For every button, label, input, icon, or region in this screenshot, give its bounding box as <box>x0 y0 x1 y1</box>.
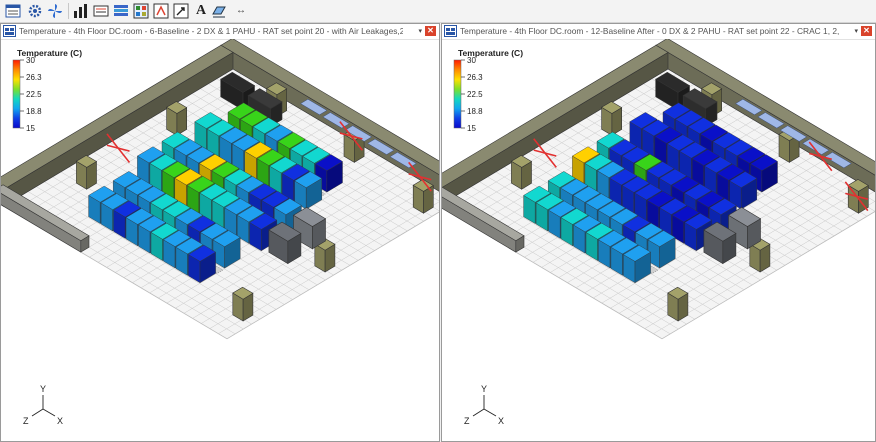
legend-tick-label: 18.8 <box>467 107 483 116</box>
legend-color-bar <box>453 59 462 129</box>
settings-button[interactable] <box>26 2 44 20</box>
right-3d-scene[interactable]: Temperature (C)3026.322.518.815YXZ <box>442 39 875 441</box>
z-axis-line <box>31 408 44 417</box>
gear-settings-icon <box>28 4 42 18</box>
text-tool-button[interactable]: A <box>192 2 210 20</box>
view-list-button[interactable] <box>4 2 22 20</box>
left-3d-viewport[interactable]: Temperature (C) 30 26.3 22.5 18.8 15 Y X Z <box>1 39 439 441</box>
z-axis-line <box>472 408 485 417</box>
legend-tick-label: 18.8 <box>26 107 42 116</box>
axis-label-x: X <box>498 416 504 426</box>
fan-button[interactable] <box>46 2 64 20</box>
x-axis-line <box>483 408 497 417</box>
object-view-icon <box>212 6 226 18</box>
right-view-dropdown-icon[interactable]: ▾ <box>854 25 858 38</box>
view-list-icon <box>5 4 21 18</box>
legend-tick-label: 15 <box>26 124 35 133</box>
move-grip-icon: ↔ <box>236 5 246 16</box>
legend-tick-label: 22.5 <box>467 90 483 99</box>
object-view-button[interactable] <box>210 2 228 20</box>
legend-tick-label: 15 <box>467 124 476 133</box>
left-3d-scene[interactable]: Temperature (C)3026.322.518.815YXZ <box>1 39 439 441</box>
right-view-title: Temperature - 4th Floor DC.room - 12-Bas… <box>460 26 839 36</box>
text-tool-icon: A <box>195 3 207 18</box>
main-toolbar: A ↔ <box>0 0 876 23</box>
legend-tick-label: 30 <box>26 56 35 65</box>
axis-label-y: Y <box>481 384 487 394</box>
bar-chart-icon <box>74 4 87 18</box>
column-pillar <box>601 101 623 136</box>
axis-label-x: X <box>57 416 63 426</box>
bar-chart-button[interactable] <box>72 2 90 20</box>
column-pillar <box>232 286 254 322</box>
grid-panel-button[interactable] <box>132 2 150 20</box>
axis-triad: Y X Z <box>464 384 504 426</box>
axis-label-y: Y <box>40 384 46 394</box>
rack-properties-button[interactable] <box>92 2 110 20</box>
move-grip-button[interactable]: ↔ <box>232 2 250 20</box>
temperature-legend: Temperature (C)3026.322.518.815 <box>12 48 82 133</box>
grid-panel-icon <box>133 3 149 19</box>
axis-label-z: Z <box>464 416 470 426</box>
axis-label-z: Z <box>23 416 29 426</box>
color-bands-button[interactable] <box>112 2 130 20</box>
color-bands-icon <box>114 5 128 16</box>
left-view-dropdown-icon[interactable]: ▾ <box>418 25 422 38</box>
right-view-titlebar: Temperature - 4th Floor DC.room - 12-Bas… <box>442 24 875 40</box>
left-view-window: Temperature - 4th Floor DC.room - 6-Base… <box>0 23 440 442</box>
rack-properties-icon <box>93 5 109 17</box>
legend-tick-label: 26.3 <box>26 73 42 82</box>
right-view-close-button[interactable]: ✕ <box>861 26 872 36</box>
vector-plot-icon <box>173 3 189 19</box>
view-window-icon <box>3 25 16 37</box>
left-view-titlebar: Temperature - 4th Floor DC.room - 6-Base… <box>1 24 439 40</box>
right-view-window: Temperature - 4th Floor DC.room - 12-Bas… <box>441 23 876 442</box>
column-pillar <box>166 101 188 136</box>
legend-tick-label: 30 <box>467 56 476 65</box>
column-pillar <box>75 155 98 190</box>
column-pillar <box>510 155 533 190</box>
column-pillar <box>667 286 689 322</box>
flow-plot-button[interactable] <box>152 2 170 20</box>
left-view-close-button[interactable]: ✕ <box>425 26 436 36</box>
left-view-title: Temperature - 4th Floor DC.room - 6-Base… <box>19 26 403 36</box>
column-pillar <box>412 179 434 214</box>
fan-icon <box>48 4 62 18</box>
view-window-icon <box>444 25 457 37</box>
axis-triad: Y X Z <box>23 384 63 426</box>
flow-plot-icon <box>153 3 169 19</box>
temperature-legend: Temperature (C)3026.322.518.815 <box>453 48 523 133</box>
legend-tick-label: 22.5 <box>26 90 42 99</box>
legend-color-bar <box>12 59 21 129</box>
x-axis-line <box>42 408 56 417</box>
right-3d-viewport[interactable]: Temperature (C) 30 26.3 22.5 18.8 15 Y X Z <box>442 39 875 441</box>
vector-plot-button[interactable] <box>172 2 190 20</box>
legend-tick-label: 26.3 <box>467 73 483 82</box>
